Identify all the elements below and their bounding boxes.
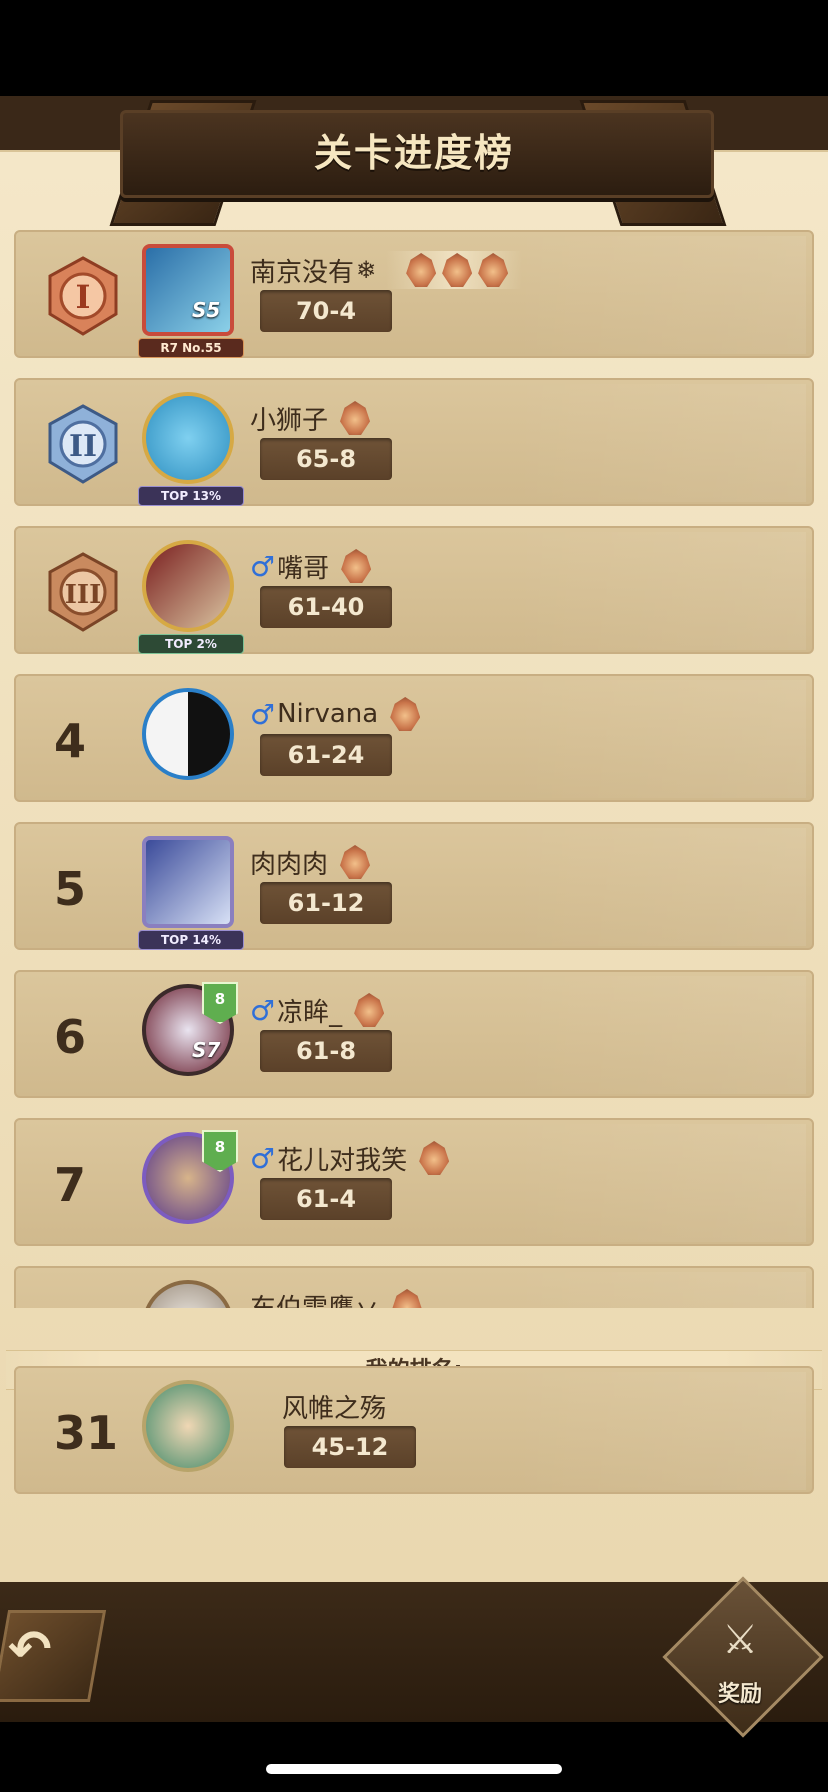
avatar[interactable] (142, 688, 234, 780)
rank-tag: TOP 2% (138, 634, 244, 654)
rank-tag: TOP 14% (138, 930, 244, 950)
stage-progress: 61-4 (260, 1178, 392, 1220)
player-info: 肉肉肉 (250, 842, 371, 882)
crest-icon (340, 401, 371, 435)
avatar[interactable] (142, 1280, 234, 1308)
crossed-swords-icon: ⚔ (722, 1617, 758, 1663)
avatar-frame[interactable] (134, 688, 248, 800)
player-name: 南京没有 (250, 257, 355, 288)
rank-2-medal-icon: II (48, 404, 118, 484)
rank-number: 7 (54, 1158, 87, 1212)
player-name: 东伯雪鹰丷 (250, 1288, 380, 1309)
stage-progress: 45-12 (284, 1426, 416, 1468)
crest-icon (392, 1289, 423, 1308)
list-item[interactable]: 6 S7 8 ♂ 凉眸_ 61-8 (14, 970, 814, 1098)
stage-progress: 70-4 (260, 290, 392, 332)
my-rank-row[interactable]: 31 风帷之殇 45-12 (14, 1366, 814, 1494)
rank-number: 4 (54, 714, 87, 768)
leaderboard-list[interactable]: I S5 R7 No.55 南京没有 ❄ 70-4 II TOP 13% 小狮子… (14, 230, 814, 1308)
player-info: 风帷之殇 (282, 1386, 386, 1426)
avatar[interactable] (142, 836, 234, 928)
avatar-frame[interactable]: S7 8 (134, 982, 248, 1096)
crest-icon (478, 253, 509, 287)
player-info: 东伯雪鹰丷 (250, 1286, 423, 1309)
stage-progress: 65-8 (260, 438, 392, 480)
snowflake-icon: ❄ (356, 256, 377, 284)
rank-1-medal-icon: I (48, 256, 118, 336)
avatar-frame[interactable]: TOP 13% (134, 392, 248, 506)
crest-icon (340, 845, 371, 879)
list-item[interactable]: II TOP 13% 小狮子 65-8 (14, 378, 814, 506)
male-icon: ♂ (250, 697, 276, 731)
player-name: 小狮子 (250, 405, 329, 436)
list-item[interactable]: III TOP 2% ♂ 嘴哥 61-40 (14, 526, 814, 654)
page-title: 关卡进度榜 (313, 131, 514, 175)
list-item[interactable]: 5 TOP 14% 肉肉肉 61-12 (14, 822, 814, 950)
player-info: ♂ Nirvana (250, 694, 421, 734)
svg-text:III: III (65, 580, 102, 610)
avatar[interactable] (142, 392, 234, 484)
avatar-frame[interactable]: 8 (134, 1130, 248, 1244)
male-icon: ♂ (250, 1141, 276, 1175)
svg-text:II: II (69, 429, 97, 464)
avatar-frame[interactable]: S5 R7 No.55 (134, 244, 248, 358)
stage-progress: 61-12 (260, 882, 392, 924)
emblem-strip (386, 251, 523, 289)
crest-icon (390, 697, 421, 731)
player-info: 南京没有 ❄ (250, 250, 523, 290)
player-name: 肉肉肉 (250, 849, 329, 880)
rank-3-medal-icon: III (48, 552, 118, 632)
rank-number: 31 (54, 1406, 119, 1460)
avatar-frame[interactable]: TOP 2% (134, 540, 248, 654)
reward-label: 奖励 (717, 1682, 762, 1707)
rank-number: 5 (54, 862, 87, 916)
player-name: Nirvana (277, 699, 379, 729)
player-name: 凉眸_ (277, 997, 343, 1028)
crest-icon (406, 253, 437, 287)
player-name: 嘴哥 (277, 553, 330, 584)
crest-icon (419, 1141, 450, 1175)
crest-icon (354, 993, 385, 1027)
list-item[interactable]: 8 东伯雪鹰丷 (14, 1266, 814, 1308)
avatar-frame[interactable]: TOP 14% (134, 836, 248, 950)
avatar[interactable] (142, 244, 234, 336)
stage-progress: 61-8 (260, 1030, 392, 1072)
avatar[interactable] (142, 1380, 234, 1472)
player-name: 花儿对我笑 (277, 1145, 408, 1176)
level-badge: S7 (192, 1038, 221, 1062)
crest-icon (341, 549, 372, 583)
crest-icon (442, 253, 473, 287)
list-item[interactable]: I S5 R7 No.55 南京没有 ❄ 70-4 (14, 230, 814, 358)
list-item[interactable]: 4 ♂ Nirvana 61-24 (14, 674, 814, 802)
rank-number: 8 (54, 1306, 144, 1308)
male-icon: ♂ (250, 549, 276, 583)
back-arrow-icon: ↶ (8, 1620, 52, 1680)
level-badge: S5 (192, 298, 221, 322)
rank-tag: R7 No.55 (138, 338, 244, 358)
stage-progress: 61-24 (260, 734, 392, 776)
rank-tag: TOP 13% (138, 486, 244, 506)
player-info: ♂ 嘴哥 (250, 546, 372, 586)
male-icon: ♂ (250, 993, 276, 1027)
home-indicator[interactable] (266, 1764, 562, 1774)
avatar-frame[interactable] (134, 1280, 248, 1308)
svg-text:I: I (76, 278, 91, 316)
avatar[interactable] (142, 540, 234, 632)
rank-number: 6 (54, 1010, 87, 1064)
avatar-frame[interactable] (134, 1380, 248, 1492)
list-item[interactable]: 7 8 ♂ 花儿对我笑 61-4 (14, 1118, 814, 1246)
player-info: 小狮子 (250, 398, 371, 438)
player-name: 风帷之殇 (282, 1393, 387, 1424)
player-info: ♂ 凉眸_ (250, 990, 385, 1030)
player-info: ♂ 花儿对我笑 (250, 1138, 450, 1178)
stage-progress: 61-40 (260, 586, 392, 628)
